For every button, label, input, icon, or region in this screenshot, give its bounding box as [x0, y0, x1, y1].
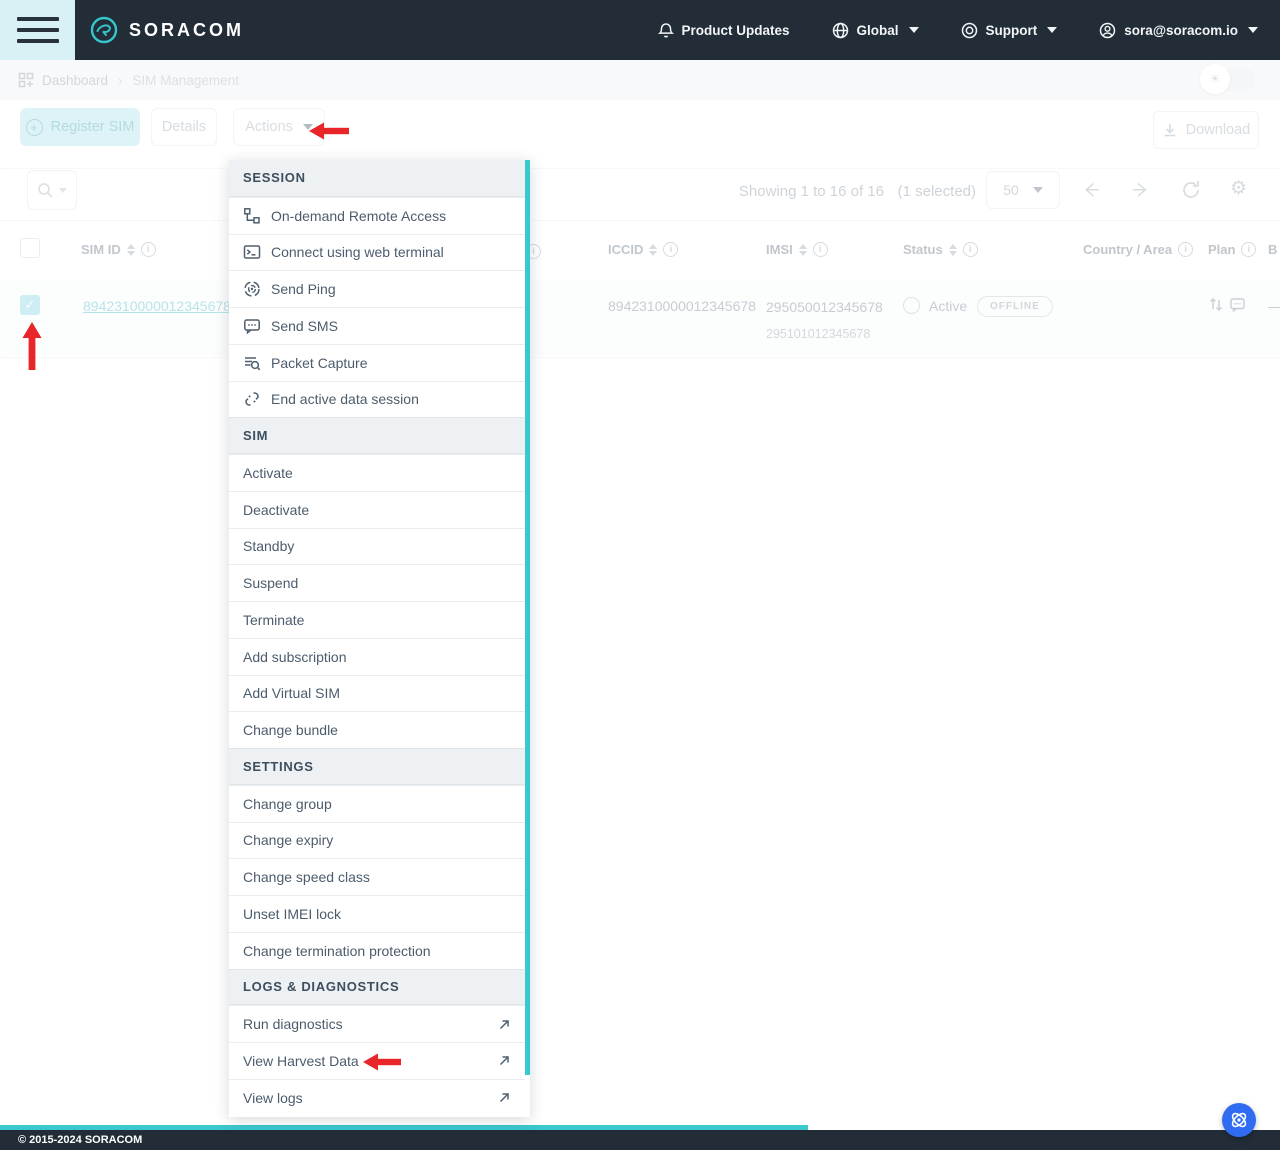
actions-menu-rows: SESSION On-demand Remote Access Connect us…	[229, 160, 525, 1116]
atom-icon	[1229, 1110, 1249, 1130]
remote-access-icon	[243, 207, 261, 225]
external-link-icon	[498, 1018, 511, 1031]
menu-item-label: Change termination protection	[243, 943, 431, 959]
menu-item-send-sms[interactable]: Send SMS	[229, 307, 525, 344]
menu-item-label: Standby	[243, 538, 294, 554]
menu-item-label: Unset IMEI lock	[243, 906, 341, 922]
packet-capture-icon	[243, 354, 261, 372]
menu-item-label: Change speed class	[243, 869, 370, 885]
ping-icon	[243, 280, 261, 298]
hamburger-menu-button[interactable]	[0, 0, 75, 60]
menu-item-connect-using-web-terminal[interactable]: Connect using web terminal	[229, 234, 525, 271]
menu-item-label: Terminate	[243, 612, 304, 628]
menu-item-change-expiry[interactable]: Change expiry	[229, 822, 525, 859]
menu-item-view-logs[interactable]: View logs	[229, 1079, 525, 1116]
menu-accent-edge	[525, 160, 530, 1075]
menu-section-logs-diagnostics: LOGS & DIAGNOSTICS	[229, 969, 525, 1006]
menu-section-sim: SIM	[229, 417, 525, 454]
product-updates-label: Product Updates	[682, 23, 790, 38]
soracom-logo-icon	[90, 16, 118, 44]
support-chat-button[interactable]	[1222, 1103, 1256, 1137]
footer: © 2015-2024 SORACOM	[0, 1130, 1280, 1150]
menu-item-label: Run diagnostics	[243, 1016, 343, 1032]
actions-menu: SESSION On-demand Remote Access Connect us…	[229, 160, 530, 1117]
menu-item-label: Change group	[243, 796, 332, 812]
menu-item-activate[interactable]: Activate	[229, 454, 525, 491]
menu-item-label: Deactivate	[243, 502, 309, 518]
menu-item-add-virtual-sim[interactable]: Add Virtual SIM	[229, 675, 525, 712]
chevron-down-icon	[909, 27, 919, 33]
menu-item-label: View logs	[243, 1090, 303, 1106]
backdrop-overlay[interactable]	[0, 60, 1280, 1125]
menu-section-settings: SETTINGS	[229, 748, 525, 785]
annotation-arrow-actions	[309, 121, 349, 141]
top-navbar: SORACOM Product Updates Global Support s…	[0, 0, 1280, 60]
annotation-arrow-view-harvest-data	[363, 1052, 401, 1072]
menu-item-label: Change expiry	[243, 832, 333, 848]
menu-item-packet-capture[interactable]: Packet Capture	[229, 344, 525, 381]
menu-item-change-bundle[interactable]: Change bundle	[229, 711, 525, 748]
menu-item-deactivate[interactable]: Deactivate	[229, 491, 525, 528]
account-menu[interactable]: sora@soracom.io	[1099, 22, 1258, 39]
menu-item-label: Add Virtual SIM	[243, 685, 340, 701]
product-updates-link[interactable]: Product Updates	[658, 22, 790, 39]
account-email-label: sora@soracom.io	[1124, 23, 1238, 38]
menu-item-label: Send SMS	[271, 318, 338, 334]
soracom-logo[interactable]: SORACOM	[90, 0, 244, 60]
sms-icon	[243, 317, 261, 335]
menu-item-unset-imei-lock[interactable]: Unset IMEI lock	[229, 895, 525, 932]
global-coverage-menu[interactable]: Global	[832, 22, 919, 39]
menu-item-standby[interactable]: Standby	[229, 528, 525, 565]
chevron-down-icon	[1248, 27, 1258, 33]
navbar-links: Product Updates Global Support sora@sora…	[658, 0, 1258, 60]
menu-item-terminate[interactable]: Terminate	[229, 601, 525, 638]
user-icon	[1099, 22, 1116, 39]
global-label: Global	[857, 23, 899, 38]
menu-item-on-demand-remote-access[interactable]: On-demand Remote Access	[229, 197, 525, 234]
menu-item-label: Add subscription	[243, 649, 347, 665]
external-link-icon	[498, 1091, 511, 1104]
menu-item-label: Connect using web terminal	[271, 244, 444, 260]
menu-item-change-speed-class[interactable]: Change speed class	[229, 858, 525, 895]
end-session-icon	[243, 390, 261, 408]
copyright-text: © 2015-2024 SORACOM	[18, 1134, 142, 1146]
menu-item-label: View Harvest Data	[243, 1053, 359, 1069]
external-link-icon	[498, 1054, 511, 1067]
menu-item-change-termination-protection[interactable]: Change termination protection	[229, 932, 525, 969]
menu-item-suspend[interactable]: Suspend	[229, 564, 525, 601]
web-terminal-icon	[243, 243, 261, 261]
menu-item-label: End active data session	[271, 391, 419, 407]
menu-item-end-active-data-session[interactable]: End active data session	[229, 381, 525, 418]
menu-item-run-diagnostics[interactable]: Run diagnostics	[229, 1005, 525, 1042]
menu-item-send-ping[interactable]: Send Ping	[229, 270, 525, 307]
menu-item-label: Suspend	[243, 575, 298, 591]
menu-item-label: Packet Capture	[271, 355, 368, 371]
menu-section-session: SESSION	[229, 160, 525, 197]
menu-item-label: Change bundle	[243, 722, 338, 738]
menu-item-change-group[interactable]: Change group	[229, 785, 525, 822]
chevron-down-icon	[1047, 27, 1057, 33]
annotation-arrow-checkbox	[21, 322, 43, 370]
support-menu[interactable]: Support	[961, 22, 1058, 39]
brand-name: SORACOM	[129, 20, 244, 41]
globe-icon	[832, 22, 849, 39]
menu-item-label: Activate	[243, 465, 293, 481]
menu-item-label: Send Ping	[271, 281, 336, 297]
support-icon	[961, 22, 978, 39]
menu-item-label: On-demand Remote Access	[271, 208, 446, 224]
support-label: Support	[986, 23, 1038, 38]
sim-management-page: SORACOM Product Updates Global Support s…	[0, 0, 1280, 1150]
menu-item-add-subscription[interactable]: Add subscription	[229, 638, 525, 675]
bell-icon	[658, 22, 674, 39]
